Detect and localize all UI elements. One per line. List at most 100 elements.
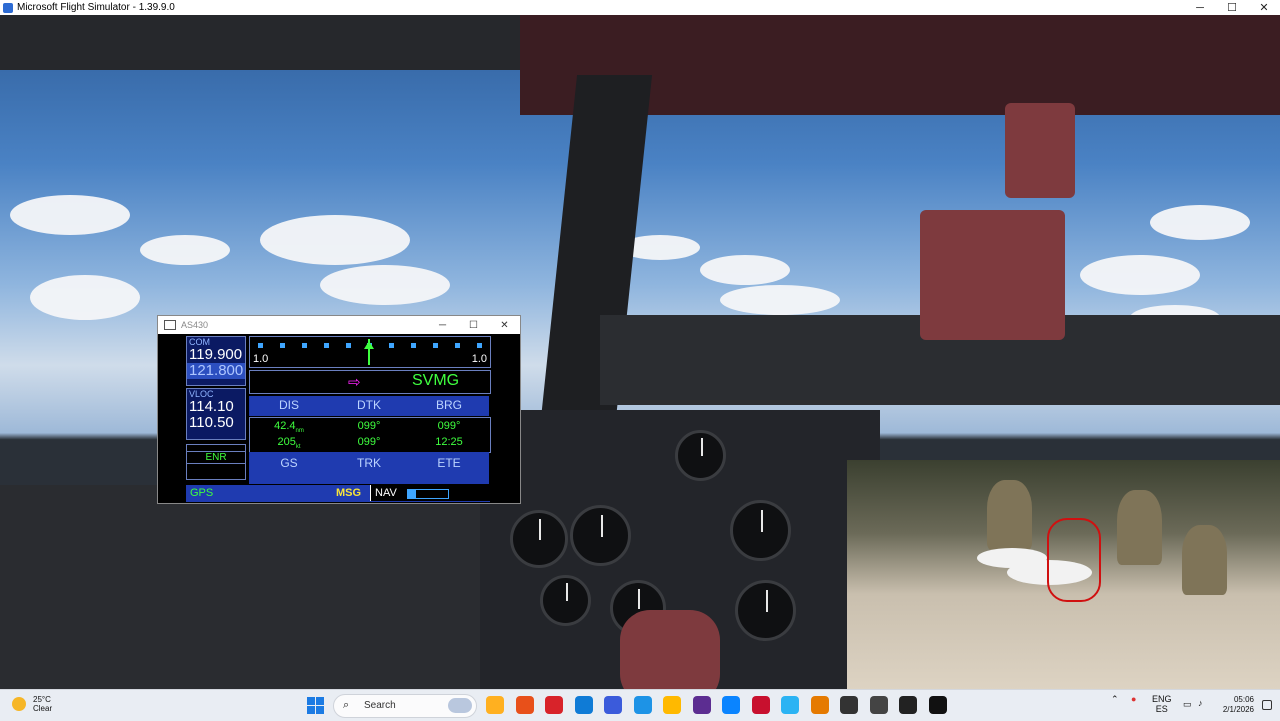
gauge [510,510,568,568]
close-button[interactable]: ✕ [1248,1,1280,14]
close-button[interactable]: ✕ [489,320,520,331]
windows-logo-icon [307,706,315,714]
flight-scene[interactable]: AS430 ─ ☐ ✕ COM 119.900 121.800 VLOC 114… [0,15,1280,689]
network-icon[interactable]: ▭ [1183,699,1192,710]
com-frequency[interactable]: COM 119.900 121.800 [186,336,246,386]
bearing-value: 099° [437,420,461,432]
ete-value: 12:25 [435,436,463,448]
taskbar-app-icon[interactable] [928,696,947,714]
gauge [730,500,791,561]
active-waypoint: ⇨ SVMG [249,370,491,394]
as430-title: AS430 [181,320,209,330]
language-indicator[interactable]: ENG ES [1152,694,1172,714]
cdi-dot [301,343,307,348]
figure [1182,525,1227,595]
clock-date: 2/1/2026 [1222,705,1254,714]
cloud [1150,205,1250,240]
search-icon: ⌕ [343,699,350,711]
windows-logo-icon [307,697,315,705]
instrument-panel [480,410,880,689]
groundspeed-number: 205 [277,436,296,448]
start-button[interactable] [307,697,324,714]
search-label: Search [364,700,396,711]
mode-box: ENR [186,444,246,480]
lang-bottom: ES [1155,704,1168,714]
vloc-standby: 110.50 [189,414,234,431]
maximize-button[interactable]: ☐ [458,320,489,331]
left-sill [0,485,520,689]
moon-icon [12,697,26,711]
gauge [540,575,591,626]
direct-to-icon: ⇨ [348,374,361,391]
taskbar-app-icon[interactable] [899,696,917,714]
microphone-icon[interactable]: ● [1131,694,1136,704]
search-highlight-icon [448,698,472,713]
as430-window[interactable]: AS430 ─ ☐ ✕ COM 119.900 121.800 VLOC 114… [157,315,521,504]
taskbar-app-icon[interactable] [692,696,711,714]
cdi-dot [389,343,395,348]
cdi-dot [455,343,461,348]
taskbar-app-icon[interactable] [486,696,504,714]
taskbar-app-icon[interactable] [545,696,563,714]
cloud [10,195,130,235]
track-value: 099° [357,436,381,448]
taskbar-app-icon[interactable] [663,696,681,714]
nav-progress-bar [407,489,449,499]
taskbar-app-icon[interactable] [722,696,740,714]
field-label: GS [280,456,298,470]
cloud [700,255,790,285]
weather-desc: Clear [33,704,53,713]
distance-value: 42.4nm [249,420,329,434]
taskbar-app-icon[interactable] [604,696,622,714]
gauge [570,505,631,566]
taskbar-app-icon[interactable] [869,696,888,714]
red-outline-figure [1047,518,1101,602]
taskbar-app-icon[interactable] [515,696,534,714]
system-clock[interactable]: 05:06 2/1/2026 [1223,695,1254,715]
nav-box: NAV [370,485,491,501]
distance-unit: nm [295,428,304,435]
lang-top: ENG [1152,694,1172,704]
field-label: DTK [357,398,381,412]
vloc-frequency[interactable]: VLOC 114.10 110.50 [186,388,246,440]
weather-widget[interactable]: 25°C Clear [12,695,52,713]
desired-track-value: 099° [357,420,381,432]
window-title: Microsoft Flight Simulator - 1.39.9.0 [17,2,175,13]
cloud [720,285,840,315]
field-label: DIS [278,398,299,412]
figure [987,480,1032,550]
msg-annunciator[interactable]: MSG [336,487,361,499]
cdi-scale-left: 1.0 [253,353,269,365]
taskbar-app-icon[interactable] [751,696,770,714]
weather-temp: 25°C [33,695,51,704]
gauge [675,430,726,481]
taskbar-app-icon[interactable] [574,696,593,714]
window-titlebar: Microsoft Flight Simulator - 1.39.9.0 ─ … [0,0,1280,15]
taskbar-app-icon[interactable] [781,696,799,714]
volume-icon[interactable]: ♪ [1198,698,1203,708]
cdi-dot [345,343,351,348]
app-icon [164,320,176,330]
yoke[interactable] [620,610,720,689]
field-label: ETE [437,456,461,470]
maximize-button[interactable]: ☐ [1216,1,1248,14]
taskbar-app-icon[interactable] [840,696,858,714]
taskbar-app-icon[interactable] [810,696,829,714]
figure [1117,490,1162,565]
cdi-dot [279,343,285,348]
groundspeed-unit: kt [295,444,301,451]
cdi-dot [433,343,439,348]
field-label: TRK [357,456,381,470]
as430-titlebar: AS430 ─ ☐ ✕ [158,316,520,334]
windows-logo-icon [316,697,324,705]
show-hidden-icons[interactable]: ⌃ [1111,694,1119,705]
minimize-button[interactable]: ─ [427,320,458,331]
cloud [1080,255,1200,295]
notification-icon[interactable] [1262,700,1272,710]
nav-data-fields: DIS DTK BRG 42.4nm 099° 099° 205kt 099° … [249,396,491,484]
taskbar-search[interactable]: ⌕ Search [333,694,477,718]
to-from-icon [364,341,374,349]
nav-label: NAV [375,487,397,499]
taskbar-app-icon[interactable] [633,696,652,714]
minimize-button[interactable]: ─ [1184,2,1216,14]
